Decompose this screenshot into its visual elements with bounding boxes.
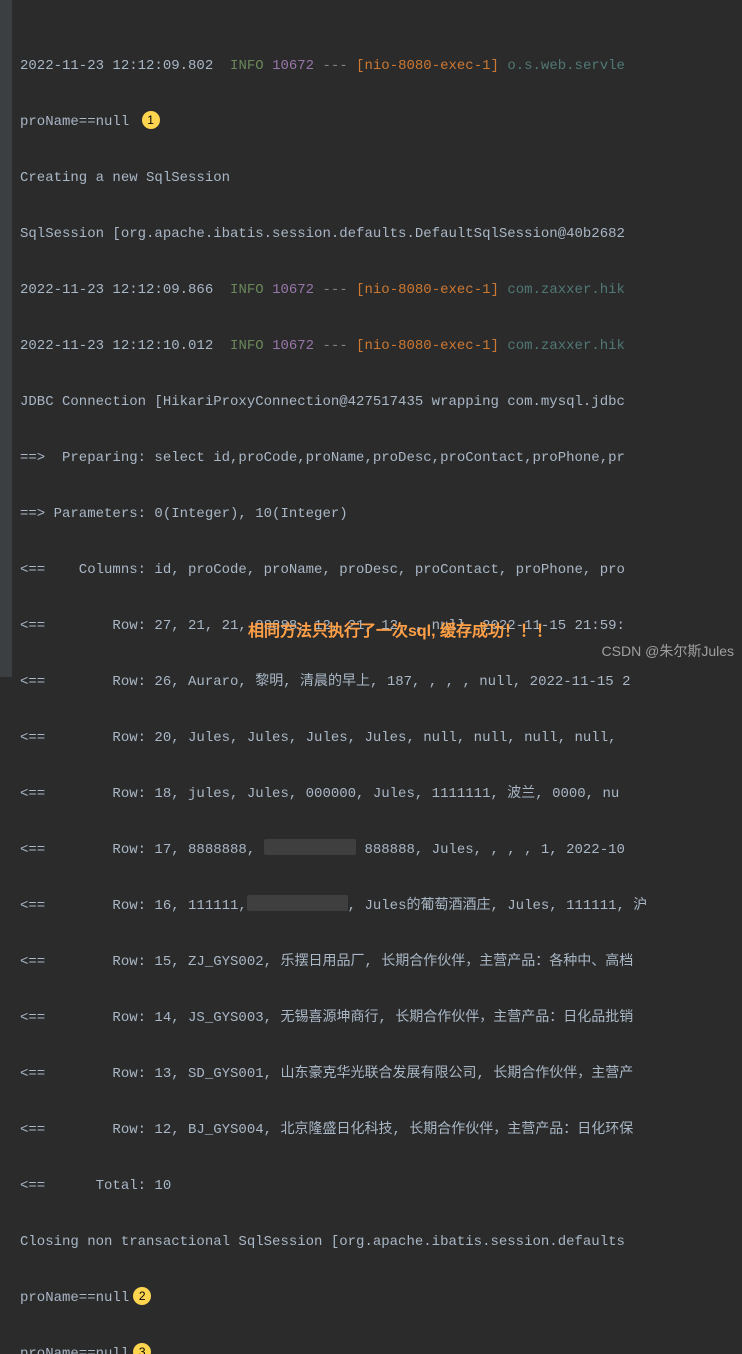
log-line: <== Row: 20, Jules, Jules, Jules, Jules,… <box>20 724 742 752</box>
log-line: <== Row: 15, ZJ_GYS002, 乐摆日用品厂, 长期合作伙伴，主… <box>20 948 742 976</box>
log-line: 2022-11-23 12:12:10.012 INFO 10672 --- [… <box>20 332 742 360</box>
log-line: <== Row: 16, 111111,XXXXXXXXXXXX, Jules的… <box>20 892 742 920</box>
log-line: <== Row: 12, BJ_GYS004, 北京隆盛日化科技, 长期合作伙伴… <box>20 1116 742 1144</box>
annotation-text: 相同方法只执行了一次sql, 缓存成功！！！ <box>248 618 552 646</box>
log-line: Creating a new SqlSession <box>20 164 742 192</box>
log-line: <== Row: 18, jules, Jules, 000000, Jules… <box>20 780 742 808</box>
log-line: <== Total: 10 <box>20 1172 742 1200</box>
badge-2-icon: 2 <box>133 1287 151 1305</box>
redacted-text: XXXXXXXXXXXX <box>247 895 348 911</box>
log-line: SqlSession [org.apache.ibatis.session.de… <box>20 220 742 248</box>
badge-3-icon: 3 <box>133 1343 151 1354</box>
log-line: <== Row: 17, 8888888, XXXXXXXXXXX 888888… <box>20 836 742 864</box>
log-line: <== Row: 13, SD_GYS001, 山东豪克华光联合发展有限公司, … <box>20 1060 742 1088</box>
log-line: Closing non transactional SqlSession [or… <box>20 1228 742 1256</box>
log-line: 2022-11-23 12:12:09.802 INFO 10672 --- [… <box>20 52 742 80</box>
log-line: ==> Parameters: 0(Integer), 10(Integer) <box>20 500 742 528</box>
watermark-text: CSDN @朱尔斯Jules <box>602 637 734 665</box>
badge-1-icon: 1 <box>142 111 160 129</box>
log-line: proName==null3 <box>20 1340 742 1354</box>
log-line: JDBC Connection [HikariProxyConnection@4… <box>20 388 742 416</box>
editor-gutter <box>0 0 12 677</box>
log-line: <== Row: 26, Auraro, 黎明, 清晨的早上, 187, , ,… <box>20 668 742 696</box>
redacted-text: XXXXXXXXXXX <box>264 839 356 855</box>
log-line: 2022-11-23 12:12:09.866 INFO 10672 --- [… <box>20 276 742 304</box>
log-line: ==> Preparing: select id,proCode,proName… <box>20 444 742 472</box>
console-log[interactable]: 2022-11-23 12:12:09.802 INFO 10672 --- [… <box>20 0 742 1354</box>
log-line: proName==null2 <box>20 1284 742 1312</box>
log-line: <== Row: 14, JS_GYS003, 无锡喜源坤商行, 长期合作伙伴，… <box>20 1004 742 1032</box>
log-line: proName==null 1 <box>20 108 742 136</box>
log-line: <== Columns: id, proCode, proName, proDe… <box>20 556 742 584</box>
